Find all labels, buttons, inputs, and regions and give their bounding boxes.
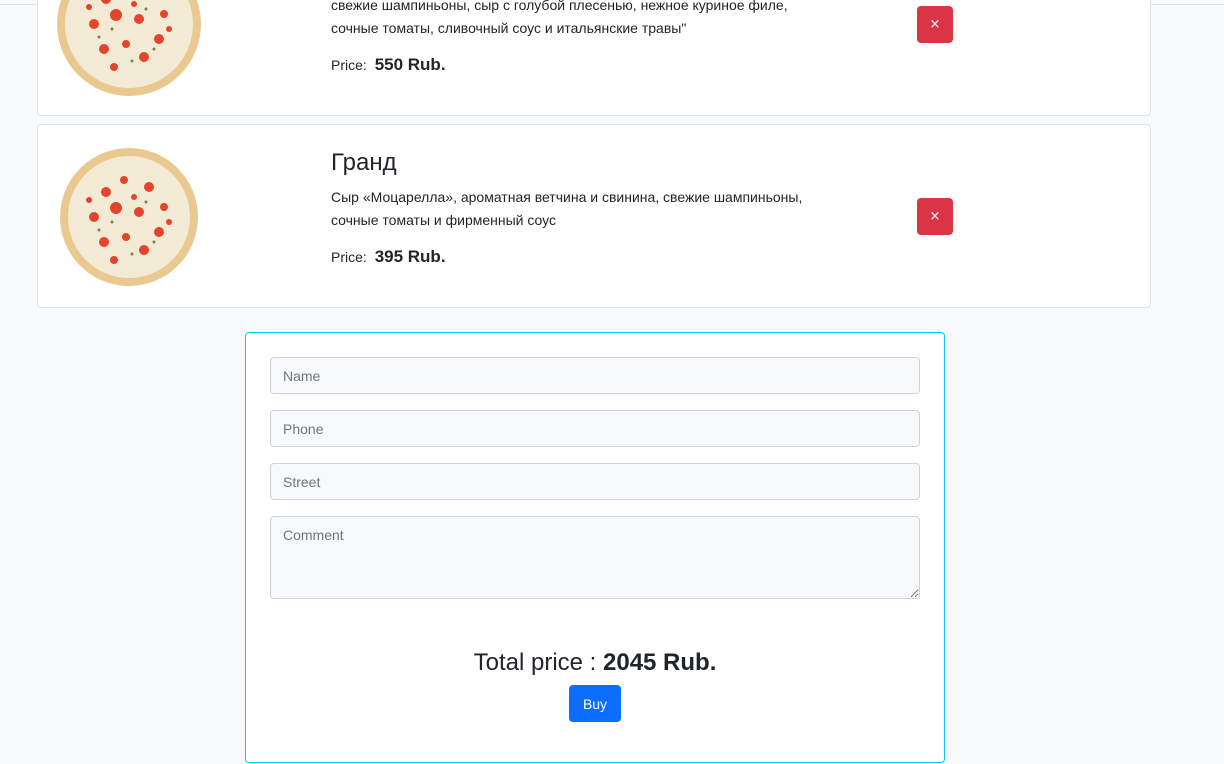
total-label: Total price : [473,649,597,676]
pizza-image [54,142,204,292]
cart-item: свежие шампиньоны, сыр с голубой плесень… [37,0,1151,116]
remove-item-button[interactable]: × [917,6,953,43]
comment-textarea[interactable] [270,516,920,599]
price-value: 550 Rub. [374,55,446,74]
name-input[interactable] [270,357,920,394]
price-label: Price: [331,249,367,265]
order-form: Total price : 2045 Rub. Buy [245,332,945,763]
item-description: Сыр «Моцарелла», ароматная ветчина и сви… [331,189,803,228]
total-price: Total price : 2045 Rub. [246,648,944,678]
price-label: Price: [331,57,367,73]
pizza-image [54,0,204,99]
item-description: свежие шампиньоны, сыр с голубой плесень… [331,0,788,36]
close-icon: × [929,17,941,32]
phone-input[interactable] [270,410,920,447]
total-value: 2045 Rub. [603,649,717,676]
item-price: Price: 550 Rub. [331,55,446,75]
item-title: Гранд [331,149,397,176]
price-value: 395 Rub. [374,247,446,266]
close-icon: × [929,209,941,224]
remove-item-button[interactable]: × [917,198,953,235]
cart-page: свежие шампиньоны, сыр с голубой плесень… [0,0,1224,764]
cart-item: Гранд Сыр «Моцарелла», ароматная ветчина… [37,124,1151,308]
item-price: Price: 395 Rub. [331,247,446,267]
street-input[interactable] [270,463,920,500]
buy-button[interactable]: Buy [569,685,621,722]
